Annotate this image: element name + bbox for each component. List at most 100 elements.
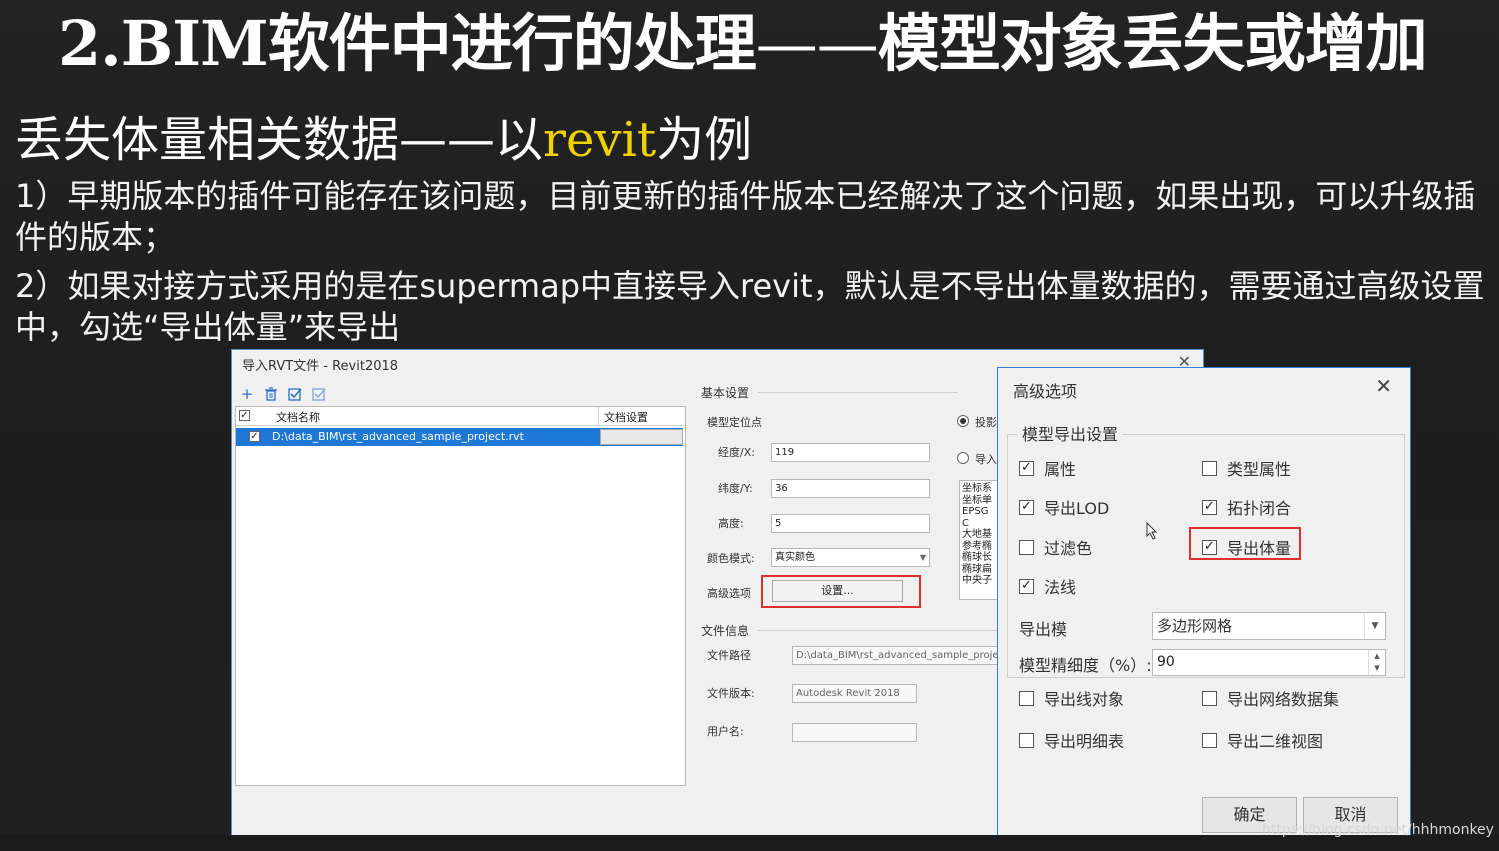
title-main: 2.BIM软件中进行的处理 bbox=[58, 7, 757, 80]
latitude-label: 纬度/Y: bbox=[718, 482, 753, 495]
watermark-text: https://blog.csdn.net/hhhmonkey bbox=[1262, 822, 1494, 838]
file-toolbar: + bbox=[238, 384, 328, 404]
color-mode-label: 颜色模式: bbox=[707, 552, 755, 565]
spin-arrows-icon[interactable]: ▲ ▼ bbox=[1368, 650, 1385, 675]
checkbox-box[interactable]: ✓ bbox=[1019, 499, 1034, 515]
checkbox-type-attributes[interactable]: 类型属性 bbox=[1202, 457, 1291, 479]
checkbox-label: 过滤色 bbox=[1044, 539, 1093, 558]
latitude-input[interactable]: 36 bbox=[771, 479, 930, 498]
window-title: 导入RVT文件 - Revit2018 bbox=[242, 359, 399, 374]
username-field bbox=[792, 723, 917, 742]
height-input[interactable]: 5 bbox=[771, 514, 930, 533]
precision-label: 模型精细度（%）: bbox=[1019, 656, 1152, 675]
checkbox-box[interactable] bbox=[1202, 732, 1217, 748]
color-mode-value: 真实颜色 bbox=[775, 552, 815, 563]
checkbox-normals[interactable]: ✓ 法线 bbox=[1019, 575, 1076, 597]
checkbox-export-lines[interactable]: 导出线对象 bbox=[1019, 687, 1124, 709]
checkbox-box[interactable] bbox=[1202, 460, 1217, 476]
checkbox-box[interactable]: ✓ bbox=[1019, 578, 1034, 594]
highlight-export-mass-box bbox=[1189, 527, 1301, 560]
point-2: 2）如果对接方式采用的是在supermap中直接导入revit，默认是不导出体量… bbox=[15, 267, 1485, 346]
title-dash: —— bbox=[755, 7, 879, 80]
checkbox-export-schedule[interactable]: 导出明细表 bbox=[1019, 729, 1124, 751]
checkbox-topology-closure[interactable]: ✓ 拓扑闭合 bbox=[1202, 496, 1291, 518]
checkbox-export-network[interactable]: 导出网络数据集 bbox=[1202, 687, 1339, 709]
checkbox-box[interactable] bbox=[1019, 690, 1034, 706]
coord-line: 中央子 bbox=[962, 575, 992, 586]
export-mode-select[interactable]: 多边形网格 ▼ bbox=[1152, 612, 1386, 640]
basic-settings-label: 基本设置 bbox=[701, 386, 750, 400]
file-version-label: 文件版本: bbox=[707, 687, 755, 700]
longitude-label: 经度/X: bbox=[718, 446, 755, 459]
export-settings-label: 模型导出设置 bbox=[1018, 421, 1123, 445]
coord-line: EPSG C bbox=[962, 506, 989, 529]
table-row[interactable]: ✓ D:\data_BIM\rst_advanced_sample_projec… bbox=[236, 428, 683, 446]
checkbox-label: 导出线对象 bbox=[1044, 690, 1125, 709]
highlight-settings-box bbox=[761, 575, 921, 608]
radio-import-label: 导入 bbox=[975, 453, 997, 466]
dialog-title: 高级选项 bbox=[1013, 382, 1078, 401]
longitude-input[interactable]: 119 bbox=[771, 443, 930, 462]
file-path-field: D:\data_BIM\rst_advanced_sample_project bbox=[792, 646, 999, 665]
coord-line: 椭球长 bbox=[962, 552, 992, 563]
file-path-label: 文件路径 bbox=[707, 649, 751, 662]
header-checkbox[interactable]: ✓ bbox=[239, 410, 250, 421]
uncheck-all-icon[interactable] bbox=[310, 385, 328, 403]
chevron-down-icon: ▼ bbox=[1364, 613, 1385, 639]
radio-projection-label: 投影 bbox=[975, 416, 997, 429]
checkbox-box[interactable] bbox=[1202, 690, 1217, 706]
close-icon[interactable]: ✕ bbox=[1375, 374, 1392, 398]
column-divider bbox=[598, 407, 599, 425]
add-icon[interactable]: + bbox=[238, 385, 256, 403]
checkbox-export-2d-view[interactable]: 导出二维视图 bbox=[1202, 729, 1323, 751]
checkbox-attributes[interactable]: ✓ 属性 bbox=[1019, 457, 1076, 479]
checkbox-label: 拓扑闭合 bbox=[1227, 499, 1292, 518]
precision-value: 90 bbox=[1157, 654, 1175, 670]
delete-icon[interactable] bbox=[262, 385, 280, 403]
export-mode-value: 多边形网格 bbox=[1157, 617, 1233, 635]
coord-line: 坐标单 bbox=[962, 494, 992, 506]
subtitle-highlight: revit bbox=[543, 112, 657, 168]
color-mode-select[interactable]: 真实颜色 ▼ bbox=[771, 548, 930, 567]
col-document-settings: 文档设置 bbox=[604, 411, 648, 424]
radio-projection[interactable] bbox=[957, 415, 969, 427]
list-header: ✓ 文档名称 文档设置 bbox=[236, 407, 685, 426]
username-label: 用户名: bbox=[707, 725, 744, 738]
checkbox-label: 类型属性 bbox=[1227, 460, 1292, 479]
checkbox-label: 导出LOD bbox=[1044, 499, 1110, 518]
checkbox-box[interactable] bbox=[1019, 539, 1034, 555]
row-file-path: D:\data_BIM\rst_advanced_sample_project.… bbox=[272, 430, 524, 443]
checkbox-box[interactable]: ✓ bbox=[1019, 460, 1034, 476]
locate-label: 模型定位点 bbox=[707, 416, 762, 429]
slide-title: 2.BIM软件中进行的处理——模型对象丢失或增加 bbox=[58, 4, 1478, 84]
checkbox-box[interactable] bbox=[1019, 732, 1034, 748]
checkbox-label: 法线 bbox=[1044, 578, 1077, 597]
document-list: ✓ 文档名称 文档设置 ✓ D:\data_BIM\rst_advanced_s… bbox=[235, 406, 686, 786]
title-tail: 模型对象丢失或增加 bbox=[877, 7, 1428, 80]
coord-line: 椭球扁 bbox=[962, 563, 992, 575]
height-label: 高度: bbox=[718, 517, 744, 530]
coord-line: 参考椭 bbox=[962, 540, 992, 552]
checkbox-export-lod[interactable]: ✓ 导出LOD bbox=[1019, 496, 1109, 518]
row-checkbox[interactable]: ✓ bbox=[249, 431, 260, 442]
check-all-icon[interactable] bbox=[286, 385, 304, 403]
radio-import[interactable] bbox=[957, 452, 969, 464]
coordinate-info: 坐标系 坐标单 EPSG C 大地基 参考椭 椭球长 椭球扁 中央子 bbox=[959, 480, 999, 600]
group-divider bbox=[758, 630, 998, 631]
export-mode-label: 导出模 bbox=[1019, 620, 1068, 639]
coord-line: 大地基 bbox=[962, 529, 992, 540]
point-1: 1）早期版本的插件可能存在该问题，目前更新的插件版本已经解决了这个问题，如果出现… bbox=[15, 177, 1476, 256]
file-version-field: Autodesk Revit 2018 bbox=[792, 684, 917, 703]
checkbox-box[interactable]: ✓ bbox=[1202, 499, 1217, 515]
chevron-down-icon: ▼ bbox=[919, 553, 926, 562]
checkbox-label: 导出二维视图 bbox=[1227, 732, 1324, 751]
advanced-options-dialog: 高级选项 ✕ 模型导出设置 ✓ 属性 类型属性 ✓ 导出LOD ✓ 拓扑闭合 过… bbox=[997, 367, 1411, 837]
advanced-label: 高级选项 bbox=[707, 587, 751, 600]
checkbox-label: 导出明细表 bbox=[1044, 732, 1125, 751]
precision-stepper[interactable]: 90 ▲ ▼ bbox=[1152, 649, 1386, 676]
mouse-cursor-icon bbox=[1146, 521, 1158, 544]
row-settings-cell[interactable] bbox=[600, 429, 683, 445]
group-divider bbox=[758, 392, 958, 393]
col-document-name: 文档名称 bbox=[276, 411, 320, 424]
checkbox-filter-color[interactable]: 过滤色 bbox=[1019, 536, 1092, 558]
